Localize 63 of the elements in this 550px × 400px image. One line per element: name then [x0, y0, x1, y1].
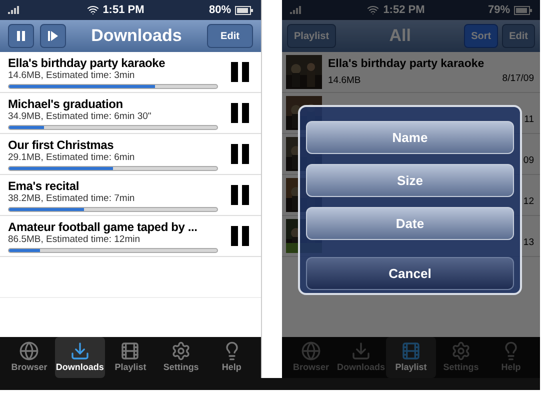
- pause-download-button[interactable]: [229, 225, 251, 247]
- cancel-button[interactable]: Cancel: [306, 257, 514, 290]
- pause-download-button[interactable]: [229, 184, 251, 206]
- pause-icon: [230, 185, 250, 205]
- video-date: 11: [524, 112, 534, 127]
- play-icon: [48, 31, 58, 41]
- back-button[interactable]: Playlist: [287, 24, 336, 48]
- film-reel-icon: [120, 340, 140, 361]
- video-size: 14.6MB: [328, 74, 361, 88]
- tab-bar-item[interactable]: Browser: [4, 337, 55, 378]
- download-title: Our first Christmas: [8, 138, 115, 152]
- settings-icon: [451, 340, 471, 361]
- pause-download-button[interactable]: [229, 61, 251, 83]
- settings-icon: [171, 340, 192, 361]
- sort-option-button[interactable]: Name: [306, 121, 514, 154]
- status-battery: 80%: [208, 2, 231, 18]
- pause-icon: [230, 103, 250, 123]
- pause-icon: [17, 31, 25, 41]
- download-icon: [70, 340, 90, 361]
- video-date: 13: [523, 236, 534, 250]
- globe-icon: [19, 340, 40, 361]
- status-time: 1:52 PM: [383, 2, 425, 18]
- video-date: 8/17/09: [502, 72, 534, 86]
- sort-option-button[interactable]: Date: [306, 207, 514, 240]
- screen-title: All: [388, 25, 412, 48]
- battery-icon: [514, 6, 532, 14]
- tab-bar-item[interactable]: Downloads: [54, 337, 106, 378]
- download-title: Ema's recital: [8, 178, 80, 192]
- pause-download-button[interactable]: [229, 102, 251, 124]
- download-info: 86.5MB, Estimated time: 12min: [8, 234, 141, 244]
- battery-icon: [234, 6, 253, 14]
- nav-button[interactable]: Sort: [464, 24, 498, 48]
- video-title: Ella's birthday party karaoke: [328, 57, 486, 72]
- tab-bar-item[interactable]: Settings: [156, 337, 206, 378]
- globe-icon: [301, 340, 321, 361]
- download-title: Amateur football game taped by ...: [8, 220, 198, 234]
- download-title: Michael's graduation: [8, 96, 124, 110]
- sort-option-button[interactable]: Size: [306, 164, 514, 197]
- download-info: 34.9MB, Estimated time: 6min 30": [8, 110, 152, 122]
- download-info: 29.1MB, Estimated time: 6min: [8, 152, 136, 162]
- pause-icon: [230, 62, 250, 82]
- video-date: 09: [523, 154, 534, 168]
- tab-bar-item[interactable]: Playlist: [386, 337, 436, 378]
- download-info: 14.6MB, Estimated time: 3min: [8, 70, 136, 80]
- edit-button[interactable]: Edit: [207, 24, 253, 48]
- pause-icon: [230, 226, 250, 246]
- pause-download-button[interactable]: [229, 143, 251, 165]
- pause-button[interactable]: [8, 24, 34, 48]
- download-title: Ella's birthday party karaoke: [8, 56, 166, 70]
- tab-bar-item[interactable]: Help: [206, 337, 257, 378]
- video-date: 12: [523, 194, 534, 209]
- download-info: 38.2MB, Estimated time: 7min: [8, 192, 136, 204]
- pause-icon: [230, 144, 250, 164]
- resume-button[interactable]: [40, 24, 66, 48]
- nav-button[interactable]: Edit: [502, 24, 535, 48]
- status-time: 1:51 PM: [102, 2, 144, 18]
- status-battery: 79%: [488, 2, 510, 18]
- film-reel-icon: [401, 340, 421, 361]
- download-icon: [351, 340, 371, 361]
- signal-icon: [290, 6, 304, 14]
- screen-title: Downloads: [90, 25, 183, 48]
- tab-bar-item[interactable]: Playlist: [105, 337, 156, 378]
- signal-icon: [8, 6, 22, 14]
